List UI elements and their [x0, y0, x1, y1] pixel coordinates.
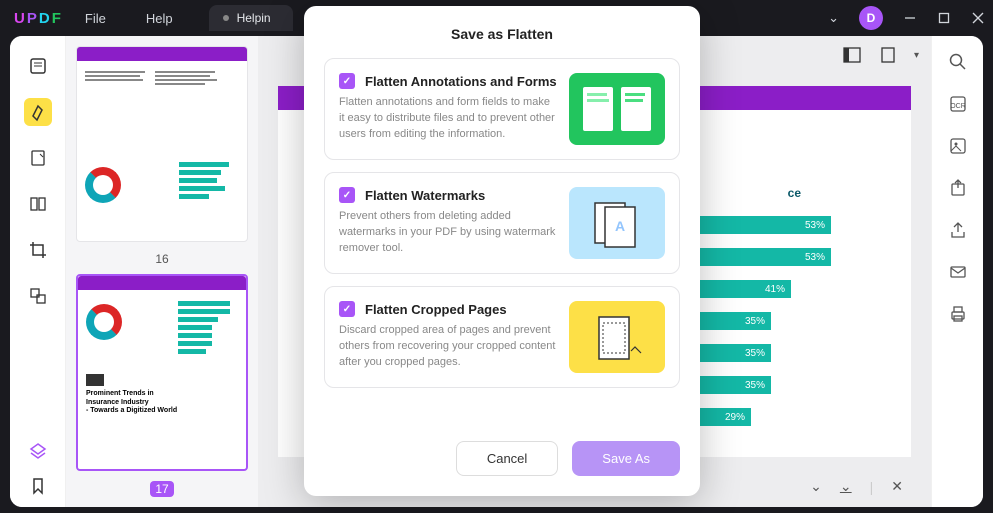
image-icon[interactable]: [948, 136, 968, 156]
save-as-button[interactable]: Save As: [572, 441, 680, 476]
option-annotations[interactable]: ✓ Flatten Annotations and Forms Flatten …: [324, 58, 680, 160]
dialog-title: Save as Flatten: [324, 26, 680, 42]
option-title: Flatten Watermarks: [365, 188, 485, 203]
maximize-icon[interactable]: [937, 11, 951, 25]
option-desc: Prevent others from deleting added water…: [339, 209, 557, 257]
menu-file[interactable]: File: [85, 11, 106, 26]
window-controls: ⌄ D: [828, 6, 985, 30]
page-view-icon[interactable]: [842, 46, 862, 64]
save-flatten-dialog: Save as Flatten ✓ Flatten Annotations an…: [304, 6, 700, 496]
print-icon[interactable]: [948, 304, 968, 324]
view-toolbar: ▾: [842, 46, 919, 64]
export-icon[interactable]: [948, 178, 968, 198]
page-nav-controls: ⌄ ⌄ | ✕: [810, 478, 903, 495]
chevron-down-icon[interactable]: ⌄: [828, 10, 839, 26]
document-tab[interactable]: Helpin: [209, 5, 293, 31]
ocr-icon[interactable]: OCR: [948, 94, 968, 114]
reader-icon[interactable]: [24, 52, 52, 80]
option-watermarks[interactable]: ✓ Flatten Watermarks Prevent others from…: [324, 172, 680, 274]
chevron-down-icon[interactable]: ▾: [914, 50, 919, 61]
close-icon[interactable]: [971, 11, 985, 25]
main-menu: File Help: [85, 11, 173, 26]
avatar[interactable]: D: [859, 6, 883, 30]
layers-icon[interactable]: [27, 441, 49, 463]
chart-title: ce: [788, 186, 801, 200]
minimize-icon[interactable]: [903, 11, 917, 25]
tab-label: Helpin: [237, 11, 271, 25]
edit-icon[interactable]: [24, 144, 52, 172]
option-illustration: A: [569, 187, 665, 259]
option-illustration: [569, 301, 665, 373]
option-desc: Discard cropped area of pages and preven…: [339, 323, 557, 371]
checkbox-checked-icon[interactable]: ✓: [339, 73, 355, 89]
dialog-buttons: Cancel Save As: [324, 441, 680, 476]
thumbnail-page-16[interactable]: [76, 46, 248, 242]
search-icon[interactable]: [948, 52, 968, 72]
option-title: Flatten Annotations and Forms: [365, 74, 557, 89]
menu-help[interactable]: Help: [146, 11, 173, 26]
bookmark-icon[interactable]: [29, 477, 47, 495]
page-layout-icon[interactable]: [878, 46, 898, 64]
cancel-button[interactable]: Cancel: [456, 441, 558, 476]
thumbnail-label: 16: [76, 252, 248, 266]
mail-icon[interactable]: [948, 262, 968, 282]
option-illustration: [569, 73, 665, 145]
checkbox-checked-icon[interactable]: ✓: [339, 301, 355, 317]
thumbnail-page-17[interactable]: Prominent Trends inInsurance Industry- T…: [76, 274, 248, 471]
checkbox-checked-icon[interactable]: ✓: [339, 187, 355, 203]
svg-text:OCR: OCR: [950, 103, 966, 110]
thumbnail-panel: 16 Prominent Trends inInsurance Industry…: [66, 36, 258, 507]
right-rail: OCR: [931, 36, 983, 507]
share-icon[interactable]: [948, 220, 968, 240]
thumbnail-label-selected: 17: [150, 481, 174, 497]
left-rail: [10, 36, 66, 507]
highlight-icon[interactable]: [24, 98, 52, 126]
option-title: Flatten Cropped Pages: [365, 302, 507, 317]
app-logo: UPDF: [14, 10, 61, 27]
option-cropped[interactable]: ✓ Flatten Cropped Pages Discard cropped …: [324, 286, 680, 388]
organize-icon[interactable]: [24, 190, 52, 218]
tools-icon[interactable]: [24, 282, 52, 310]
svg-text:A: A: [615, 218, 625, 234]
close-nav-icon[interactable]: ✕: [891, 478, 903, 495]
collapse-icon[interactable]: ⌄: [810, 478, 822, 495]
crop-icon[interactable]: [24, 236, 52, 264]
download-icon[interactable]: ⌄: [840, 478, 852, 495]
tab-indicator-icon: [223, 15, 229, 21]
option-desc: Flatten annotations and form fields to m…: [339, 95, 557, 143]
